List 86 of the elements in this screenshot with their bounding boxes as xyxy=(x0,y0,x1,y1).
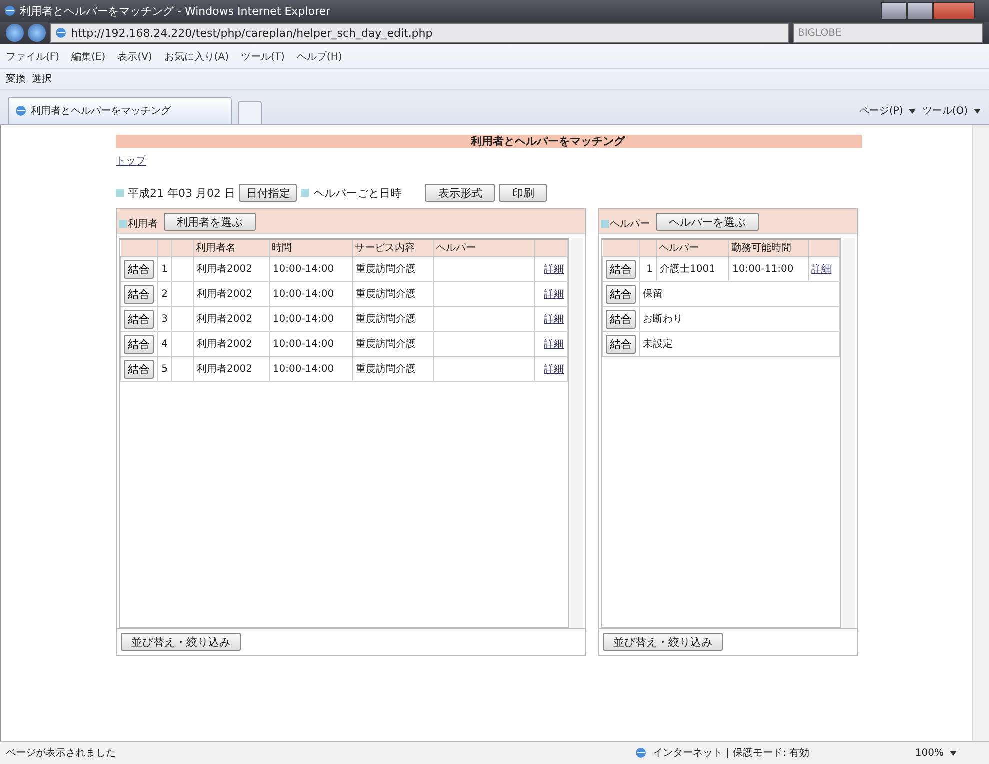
table-cell: 重度訪問介護 xyxy=(352,306,434,332)
join-button[interactable]: 結合 xyxy=(124,284,154,304)
date-button[interactable]: 日付指定 xyxy=(239,184,298,202)
back-button[interactable] xyxy=(6,24,24,42)
browser-tab[interactable]: 利用者とヘルパーをマッチング xyxy=(8,97,232,124)
table-cell: 4 xyxy=(158,332,172,356)
bullet-icon xyxy=(116,189,124,197)
sort-filter-button[interactable]: 並び替え・絞り込み xyxy=(603,633,723,651)
table-cell: 10:00-14:00 xyxy=(269,256,352,282)
search-provider: BIGLOBE xyxy=(798,28,843,38)
select-user-button[interactable]: 利用者を選ぶ xyxy=(164,213,256,231)
table-cell: お断わり xyxy=(640,306,840,332)
mode-label: ヘルパーごと日時 xyxy=(313,186,402,200)
table-cell: 利用者2002 xyxy=(194,356,270,382)
address-field[interactable]: http://192.168.24.220/test/php/careplan/helper_sch_day_edit.php xyxy=(50,23,789,43)
command-button[interactable]: ページ(P) xyxy=(859,104,904,118)
date-text: 平成21 年03 月02 日 xyxy=(128,186,236,200)
join-button[interactable]: 結合 xyxy=(606,260,636,278)
table-cell: 保留 xyxy=(640,282,840,306)
table-cell: 1 xyxy=(640,256,656,282)
join-button[interactable]: 結合 xyxy=(124,334,154,354)
table-cell: 10:00-14:00 xyxy=(269,282,352,306)
caret-icon[interactable] xyxy=(950,750,957,756)
table-cell: 未設定 xyxy=(640,332,840,356)
page-title: 利用者とヘルパーをマッチング xyxy=(471,135,625,148)
join-button[interactable]: 結合 xyxy=(606,334,636,354)
table-cell: 1 xyxy=(158,256,172,282)
menu-item[interactable]: 編集(E) xyxy=(72,50,106,64)
panel-label: ヘルパー xyxy=(610,218,650,231)
table-cell: 利用者2002 xyxy=(194,256,270,282)
menu-item[interactable]: ツール(T) xyxy=(241,50,285,64)
bullet-icon xyxy=(601,220,609,228)
table-cell: 利用者2002 xyxy=(194,306,270,332)
top-link[interactable]: トップ xyxy=(116,154,146,168)
column-header: 利用者名 xyxy=(194,240,270,256)
menu-item[interactable]: ファイル(F) xyxy=(6,50,60,64)
column-header: ヘルパー xyxy=(434,240,535,256)
window-title: 利用者とヘルパーをマッチング - Windows Internet Explorer xyxy=(20,4,332,18)
status-text: ページが表示されました xyxy=(6,746,117,760)
join-button[interactable]: 結合 xyxy=(124,260,154,278)
join-button[interactable]: 結合 xyxy=(606,284,636,304)
page-icon xyxy=(55,27,67,39)
table-cell: 10:00-14:00 xyxy=(269,306,352,332)
ie-icon xyxy=(15,105,27,117)
menu-item[interactable]: お気に入り(A) xyxy=(164,50,229,64)
forward-button[interactable] xyxy=(28,24,46,42)
table-cell: 重度訪問介護 xyxy=(352,282,434,306)
table-cell: 利用者2002 xyxy=(194,282,270,306)
security-zone: インターネット | 保護モード: 有効 xyxy=(653,746,810,760)
menu-item[interactable]: 表示(V) xyxy=(118,50,152,64)
table-cell: 5 xyxy=(158,356,172,382)
select-helper-button[interactable]: ヘルパーを選ぶ xyxy=(656,213,759,231)
bullet-icon xyxy=(301,189,310,197)
menu-item[interactable]: ヘルプ(H) xyxy=(296,50,342,64)
url-text: http://192.168.24.220/test/php/careplan/helper_sch_day_edit.php xyxy=(71,26,434,40)
toolbar-button[interactable]: 印刷 xyxy=(499,184,548,202)
join-button[interactable]: 結合 xyxy=(124,360,154,378)
table-cell: 重度訪問介護 xyxy=(352,256,434,282)
sort-filter-button[interactable]: 並び替え・絞り込み xyxy=(121,633,241,651)
column-header: 勤務可能時間 xyxy=(728,240,808,256)
table-cell: 2 xyxy=(158,282,172,306)
join-button[interactable]: 結合 xyxy=(124,310,154,328)
table-cell: 10:00-14:00 xyxy=(269,332,352,356)
column-header: サービス内容 xyxy=(352,240,434,256)
table-cell: 介護士1001 xyxy=(656,256,729,282)
table-cell: 10:00-14:00 xyxy=(269,356,352,382)
caret-icon[interactable] xyxy=(974,108,981,114)
ie-icon xyxy=(4,5,16,17)
bullet-icon xyxy=(119,220,127,228)
column-header: ヘルパー xyxy=(656,240,729,256)
table-cell: 10:00-11:00 xyxy=(728,256,808,282)
table-cell: 3 xyxy=(158,306,172,332)
command-button[interactable]: ツール(O) xyxy=(922,104,968,118)
close-button[interactable] xyxy=(933,2,975,20)
toolbar-button[interactable]: 表示形式 xyxy=(425,184,496,202)
toolbar-button[interactable]: 選択 xyxy=(32,72,52,86)
toolbar-button[interactable]: 変換 xyxy=(6,72,26,86)
table-cell: 重度訪問介護 xyxy=(352,332,434,356)
join-button[interactable]: 結合 xyxy=(606,310,636,328)
caret-icon[interactable] xyxy=(909,108,916,114)
globe-icon xyxy=(635,747,648,759)
column-header: 時間 xyxy=(269,240,352,256)
zoom-level[interactable]: 100% xyxy=(915,748,944,758)
table-cell: 重度訪問介護 xyxy=(352,356,434,382)
table-cell: 利用者2002 xyxy=(194,332,270,356)
panel-label: 利用者 xyxy=(128,218,158,231)
